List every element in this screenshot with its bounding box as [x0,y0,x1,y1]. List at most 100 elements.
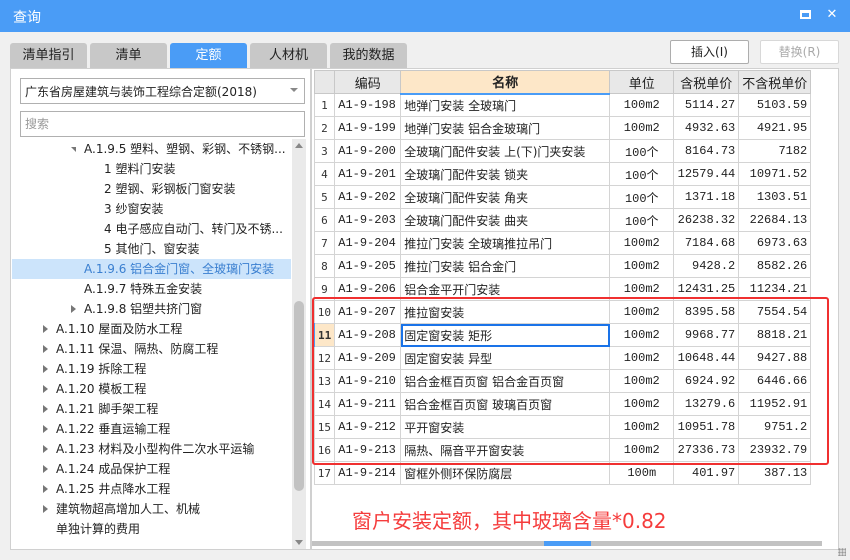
cell-name[interactable]: 平开窗安装 [400,415,611,439]
cell-price-with-tax[interactable]: 12579.44 [673,162,740,186]
cell-price-without-tax[interactable]: 1303.51 [738,185,812,209]
tab-bill-guide[interactable]: 清单指引 [10,43,87,68]
cell-unit[interactable]: 100m2 [609,346,675,370]
tree-item[interactable]: 单独计算的费用 [12,519,291,539]
cell-price-with-tax[interactable]: 27336.73 [673,438,740,462]
table-row[interactable]: 1 A1-9-198 地弹门安装 全玻璃门 100m2 5114.27 5103.59 [313,93,812,117]
search-input[interactable] [20,111,305,137]
row-number[interactable]: 14 [313,392,336,416]
row-number[interactable]: 10 [313,300,336,324]
resize-grip-icon[interactable] [838,548,846,556]
cell-unit[interactable]: 100个 [609,185,675,209]
cell-price-without-tax[interactable]: 6973.63 [738,231,812,255]
cell-price-with-tax[interactable]: 1371.18 [673,185,740,209]
cell-unit[interactable]: 100m2 [609,438,675,462]
cell-code[interactable]: A1-9-209 [334,346,402,370]
row-number[interactable]: 6 [313,208,336,232]
cell-code[interactable]: A1-9-198 [334,93,402,117]
table-row[interactable]: 3 A1-9-200 全玻璃门配件安装 上(下)门夹安装 100个 8164.73 718… [313,139,812,163]
cell-code[interactable]: A1-9-204 [334,231,402,255]
tab-my-data[interactable]: 我的数据 [330,43,407,68]
maximize-icon[interactable] [796,6,814,24]
cell-code[interactable]: A1-9-205 [334,254,402,278]
close-icon[interactable]: ✕ [823,6,841,24]
row-number[interactable]: 17 [313,461,336,485]
tree-item[interactable]: A.1.9.8 铝塑共挤门窗 [12,299,291,319]
table-row[interactable]: 12 A1-9-209 固定窗安装 异型 100m2 10648.44 9427.88 [313,346,812,370]
tree-item[interactable]: A.1.25 井点降水工程 [12,479,291,499]
cell-price-without-tax[interactable]: 5103.59 [738,93,812,117]
cell-unit[interactable]: 100m2 [609,254,675,278]
tree-item[interactable]: 1 塑料门安装 [12,159,291,179]
cell-price-with-tax[interactable]: 6924.92 [673,369,740,393]
insert-button[interactable]: 插入(I) [670,40,749,64]
scroll-down-icon[interactable] [295,540,303,545]
cell-code[interactable]: A1-9-208 [334,323,402,347]
tree-item[interactable]: A.1.23 材料及小型构件二次水平运输 [12,439,291,459]
row-number[interactable]: 2 [313,116,336,140]
cell-name[interactable]: 全玻璃门配件安装 曲夹 [400,208,611,232]
table-row[interactable]: 7 A1-9-204 推拉门安装 全玻璃推拉吊门 100m2 7184.68 6973.6… [313,231,812,255]
cell-price-with-tax[interactable]: 8395.58 [673,300,740,324]
cell-name[interactable]: 固定窗安装 矩形 [400,323,611,347]
tree-item[interactable]: A.1.21 脚手架工程 [12,399,291,419]
tree-item[interactable]: A.1.11 保温、隔热、防腐工程 [12,339,291,359]
cell-price-without-tax[interactable]: 8582.26 [738,254,812,278]
collapsed-arrow-icon[interactable] [43,485,48,493]
row-number[interactable]: 11 [313,323,336,347]
row-number[interactable]: 13 [313,369,336,393]
cell-code[interactable]: A1-9-203 [334,208,402,232]
collapsed-arrow-icon[interactable] [43,345,48,353]
cell-unit[interactable]: 100m [609,461,675,485]
cell-price-without-tax[interactable]: 10971.52 [738,162,812,186]
cell-price-without-tax[interactable]: 4921.95 [738,116,812,140]
row-number[interactable]: 3 [313,139,336,163]
table-row[interactable]: 15 A1-9-212 平开窗安装 100m2 10951.78 9751.2 [313,415,812,439]
cell-price-with-tax[interactable]: 10648.44 [673,346,740,370]
cell-price-without-tax[interactable]: 8818.21 [738,323,812,347]
collapsed-arrow-icon[interactable] [43,385,48,393]
tree-item[interactable]: 2 塑钢、彩钢板门窗安装 [12,179,291,199]
cell-unit[interactable]: 100m2 [609,116,675,140]
table-row[interactable]: 2 A1-9-199 地弹门安装 铝合金玻璃门 100m2 4932.63 4921.95 [313,116,812,140]
cell-unit[interactable]: 100m2 [609,392,675,416]
cell-name[interactable]: 推拉门安装 全玻璃推拉吊门 [400,231,611,255]
row-number[interactable]: 9 [313,277,336,301]
header-price-without-tax[interactable]: 不含税单价 [738,70,812,94]
cell-unit[interactable]: 100m2 [609,415,675,439]
replace-button[interactable]: 替换(R) [760,40,839,64]
tree-item[interactable]: A.1.20 模板工程 [12,379,291,399]
cell-price-without-tax[interactable]: 7554.54 [738,300,812,324]
scroll-up-icon[interactable] [295,143,303,148]
tree-item[interactable]: 5 其他门、窗安装 [12,239,291,259]
cell-code[interactable]: A1-9-200 [334,139,402,163]
cell-name[interactable]: 铝合金框百页窗 玻璃百页窗 [400,392,611,416]
table-row[interactable]: 6 A1-9-203 全玻璃门配件安装 曲夹 100个 26238.32 22684.13 [313,208,812,232]
cell-code[interactable]: A1-9-210 [334,369,402,393]
cell-price-with-tax[interactable]: 10951.78 [673,415,740,439]
row-number[interactable]: 12 [313,346,336,370]
cell-price-with-tax[interactable]: 12431.25 [673,277,740,301]
collapsed-arrow-icon[interactable] [43,445,48,453]
table-row[interactable]: 10 A1-9-207 推拉窗安装 100m2 8395.58 7554.54 [313,300,812,324]
tree-item[interactable]: A.1.9.5 塑料、塑钢、彩钢、不锈钢... [12,139,291,159]
row-number[interactable]: 15 [313,415,336,439]
expanded-arrow-icon[interactable] [71,147,76,152]
tab-quota[interactable]: 定额 [170,43,247,68]
cell-price-with-tax[interactable]: 7184.68 [673,231,740,255]
table-row[interactable]: 9 A1-9-206 铝合金平开门安装 100m2 12431.25 11234.21 [313,277,812,301]
cell-unit[interactable]: 100个 [609,208,675,232]
tree-item[interactable]: 3 纱窗安装 [12,199,291,219]
tree-item[interactable]: A.1.10 屋面及防水工程 [12,319,291,339]
cell-name[interactable]: 推拉门安装 铝合金门 [400,254,611,278]
cell-name[interactable]: 隔热、隔音平开窗安装 [400,438,611,462]
cell-price-without-tax[interactable]: 7182 [738,139,812,163]
horizontal-scrollbar[interactable] [312,541,822,546]
row-number[interactable]: 4 [313,162,336,186]
cell-code[interactable]: A1-9-212 [334,415,402,439]
header-unit[interactable]: 单位 [609,70,675,94]
tab-bill[interactable]: 清单 [90,43,167,68]
cell-code[interactable]: A1-9-202 [334,185,402,209]
cell-name[interactable]: 固定窗安装 异型 [400,346,611,370]
tree-item[interactable]: A.1.9.7 特殊五金安装 [12,279,291,299]
